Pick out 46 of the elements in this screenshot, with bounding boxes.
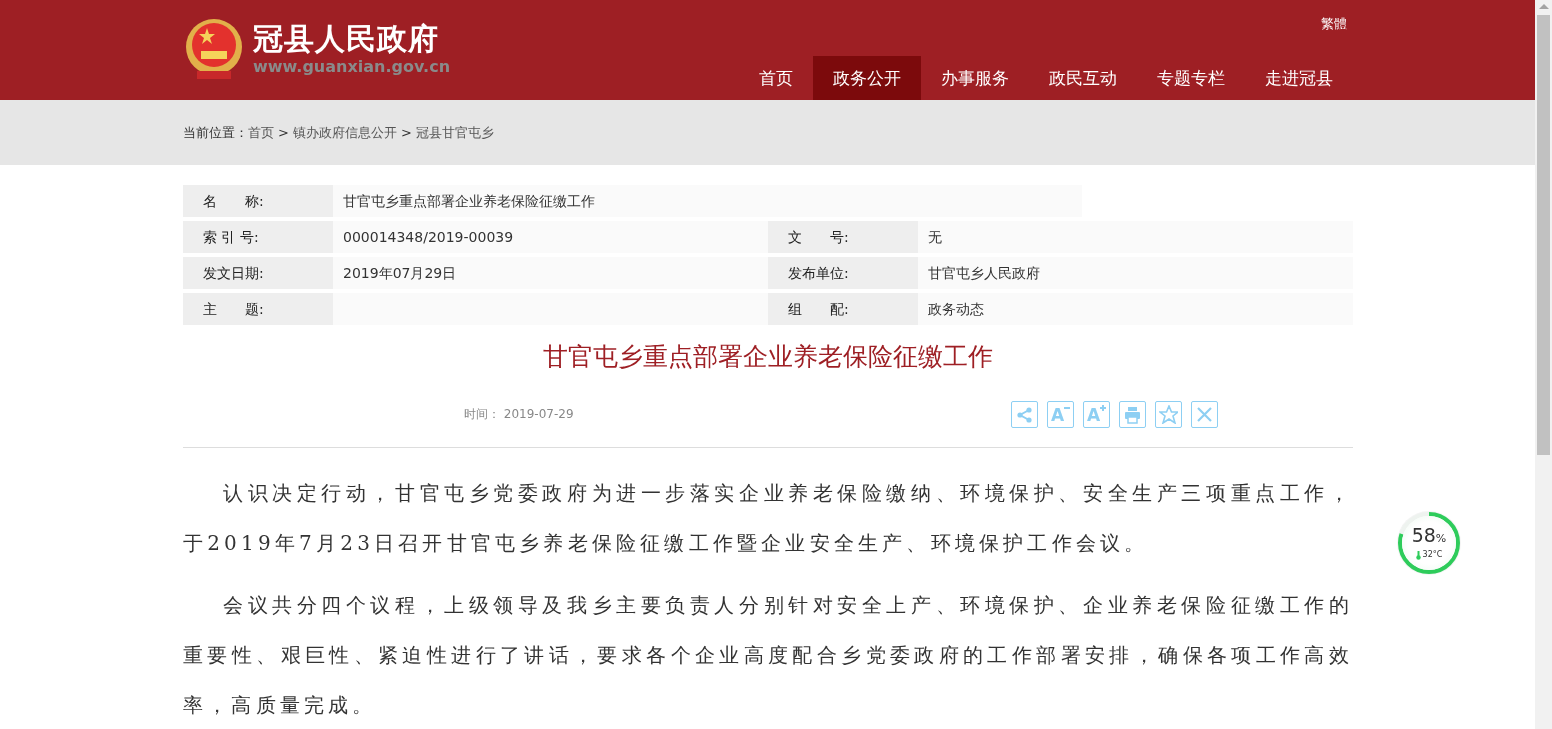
nav-tab[interactable]: 走进冠县: [1245, 56, 1353, 100]
print-icon: [1123, 404, 1142, 424]
article-paragraph: 认识决定行动，甘官屯乡党委政府为进一步落实企业养老保险缴纳、环境保护、安全生产三项重点工作，于2019年7月23日召开甘官屯乡养老保险征缴工作暨企业安全生产、环境保护工作会议。: [183, 480, 1353, 557]
field-label: 名 称:: [183, 185, 333, 217]
field-value: 2019年07月29日: [333, 257, 768, 289]
scroll-up-icon[interactable]: [1538, 4, 1549, 9]
field-value: 无: [918, 221, 1353, 253]
breadcrumb-link[interactable]: 冠县甘官屯乡: [415, 124, 494, 140]
breadcrumb-link[interactable]: 首页: [248, 124, 274, 140]
breadcrumb-label: 当前位置：: [183, 124, 248, 140]
print-button[interactable]: [1119, 400, 1146, 428]
breadcrumb-link[interactable]: 镇办政府信息公开: [292, 124, 397, 140]
scrollbar-thumb[interactable]: [1537, 15, 1550, 455]
star-button[interactable]: [1155, 400, 1182, 428]
field-label: 发布单位:: [768, 257, 918, 289]
language-link[interactable]: 繁體: [1321, 14, 1347, 34]
nav-tab[interactable]: 政民互动: [1029, 56, 1137, 100]
article-paragraph: 会议共分四个议程，上级领导及我乡主要负责人分别针对安全上产、环境保护、企业养老保险征缴工作的重要性、艰巨性、紧迫性进行了讲话，要求各个企业高度配合乡党委政府的工作部署安排，确保各项工作高效率，高质量完成。: [183, 592, 1353, 719]
field-label: 索 引 号:: [183, 221, 333, 253]
publish-time: 时间： 2019-07-29: [464, 406, 574, 423]
gauge-value: 58: [1411, 524, 1436, 546]
close-button[interactable]: [1191, 400, 1218, 428]
nav-tab[interactable]: 政务公开: [813, 56, 921, 100]
breadcrumb-separator: >: [400, 124, 412, 140]
field-label: 文 号:: [768, 221, 918, 253]
breadcrumb-separator: >: [278, 124, 289, 140]
nav-tab[interactable]: 首页: [739, 56, 813, 100]
share-icon: [1015, 404, 1034, 424]
gauge-unit: %: [1435, 532, 1447, 545]
site-name: 冠县人民政府: [253, 22, 440, 56]
field-value: 000014348/2019-00039: [333, 221, 768, 253]
field-label: 组 配:: [768, 293, 918, 325]
star-icon: [1159, 404, 1178, 424]
article-title: 甘官屯乡重点部署企业养老保险征缴工作: [542, 341, 994, 373]
field-value: 甘官屯乡人民政府: [918, 257, 1353, 289]
nav-tab[interactable]: 办事服务: [921, 56, 1029, 100]
nav-tab[interactable]: 专题专栏: [1137, 56, 1245, 100]
temperature-text: 32°C: [1422, 549, 1443, 561]
field-label: 主 题:: [183, 293, 333, 325]
thermometer-icon: [1415, 550, 1421, 560]
share-button[interactable]: [1011, 400, 1038, 428]
field-label: 发文日期:: [183, 257, 333, 289]
field-value: 政务动态: [918, 293, 1353, 325]
close-icon: [1195, 404, 1214, 424]
site-url: www.guanxian.gov.cn: [253, 56, 451, 78]
field-value: 甘官屯乡重点部署企业养老保险征缴工作: [333, 185, 1082, 217]
